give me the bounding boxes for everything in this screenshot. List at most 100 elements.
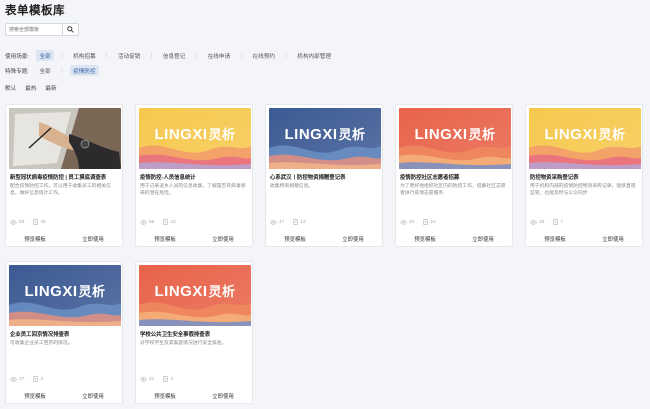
use-template-button[interactable]: 立即使用: [194, 392, 252, 400]
use-count: 7: [560, 219, 564, 225]
preview-template-button[interactable]: 预览模板: [6, 235, 64, 243]
template-card[interactable]: LINGXI灵析 防控物资采购登记表 用于机构内部的疫情防控物资采购记录，能够直…: [525, 104, 643, 247]
template-title: 心系武汉丨防控物资捐赠登记表: [270, 175, 346, 181]
template-stats: 27 3: [10, 376, 52, 382]
sort-new[interactable]: 最新: [45, 84, 56, 92]
preview-template-button[interactable]: 预览模板: [266, 235, 324, 243]
scene-filter: 使用场景: 全部 | 机构招募 | 活动促销 | 信息登记 | 在线申请 | 在…: [5, 50, 341, 61]
eye-icon: [270, 219, 277, 225]
template-thumbnail[interactable]: LINGXI灵析: [139, 108, 251, 169]
template-title: 学校公共卫生安全事假排查表: [140, 332, 211, 338]
document-icon: [163, 376, 169, 382]
template-stats: 47 13: [270, 219, 315, 225]
template-stats: 21 2: [140, 376, 182, 382]
document-icon: [33, 219, 39, 225]
view-count: 35: [539, 219, 545, 225]
use-count: 24: [430, 219, 436, 225]
template-description: 可收集企业员工回京的情况。: [10, 341, 73, 346]
preview-template-button[interactable]: 预览模板: [6, 392, 64, 400]
topic-chip-all[interactable]: 全部: [36, 65, 54, 76]
preview-template-button[interactable]: 预览模板: [396, 235, 454, 243]
card-actions: 预览模板 立即使用: [6, 235, 122, 243]
template-card[interactable]: LINGXI灵析 心系武汉丨防控物资捐赠登记表 收集物资捐赠信息。 47 13 …: [265, 104, 383, 247]
card-actions: 预览模板 立即使用: [6, 392, 122, 400]
use-count: 22: [170, 219, 176, 225]
preview-template-button[interactable]: 预览模板: [136, 392, 194, 400]
use-template-button[interactable]: 立即使用: [584, 235, 642, 243]
template-thumbnail[interactable]: LINGXI灵析: [269, 108, 381, 169]
template-thumbnail[interactable]: LINGXI灵析: [529, 108, 641, 169]
eye-icon: [140, 376, 147, 382]
scene-chip-promo[interactable]: 活动促销: [115, 50, 144, 61]
eye-icon: [10, 219, 17, 225]
topic-chip-epidemic[interactable]: 疫情防控: [69, 65, 100, 76]
use-template-button[interactable]: 立即使用: [64, 392, 122, 400]
topic-filter: 特殊专题: 全部 | 疫情防控: [5, 65, 106, 76]
template-card[interactable]: LINGXI灵析 学校公共卫生安全事假排查表 对学校学生及其家庭情况进行安全排查…: [135, 261, 253, 404]
scene-chip-internal[interactable]: 机构内部管理: [294, 50, 335, 61]
document-icon: [33, 376, 39, 382]
template-thumbnail[interactable]: LINGXI灵析: [139, 265, 251, 326]
use-template-button[interactable]: 立即使用: [454, 235, 512, 243]
template-title: 防控物资采购登记表: [530, 175, 579, 181]
svg-text:LINGXI灵析: LINGXI灵析: [414, 126, 495, 143]
use-template-button[interactable]: 立即使用: [64, 235, 122, 243]
template-title: 新型冠状病毒疫情防控 | 员工摸底调查表: [10, 175, 107, 181]
template-description: 配合疫情防控工作，可以用于收集员工的相关信息，做好信息统计工作。: [10, 184, 111, 196]
scene-filter-label: 使用场景:: [5, 53, 29, 60]
template-stats: 40 24: [400, 219, 445, 225]
search-button[interactable]: [63, 23, 79, 36]
svg-text:LINGXI灵析: LINGXI灵析: [544, 126, 625, 143]
template-card[interactable]: 新型冠状病毒疫情防控 | 员工摸底调查表 配合疫情防控工作，可以用于收集员工的相…: [5, 104, 123, 247]
template-thumbnail[interactable]: LINGXI灵析: [399, 108, 511, 169]
template-description: 用于机构内部的疫情防控物资采购记录，能够直观监管，也能及时与公众同步: [530, 184, 636, 196]
scene-chip-booking[interactable]: 在线预约: [249, 50, 278, 61]
use-count: 13: [300, 219, 306, 225]
use-template-button[interactable]: 立即使用: [324, 235, 382, 243]
template-stats: 35 7: [530, 219, 572, 225]
view-count: 40: [409, 219, 415, 225]
page-title: 表单模板库: [5, 5, 65, 17]
template-title: 疫情防控社区志愿者招募: [400, 175, 460, 181]
template-title: 企业员工回京情况排查表: [10, 332, 70, 338]
document-icon: [293, 219, 299, 225]
eye-icon: [10, 376, 17, 382]
template-stats: 53 46: [10, 219, 55, 225]
use-template-button[interactable]: 立即使用: [194, 235, 252, 243]
document-icon: [163, 219, 169, 225]
svg-text:LINGXI灵析: LINGXI灵析: [154, 283, 235, 300]
eye-icon: [400, 219, 407, 225]
use-count: 2: [170, 376, 174, 382]
scene-chip-register[interactable]: 信息登记: [159, 50, 188, 61]
card-actions: 预览模板 立即使用: [396, 235, 512, 243]
sort-default[interactable]: 默认: [5, 84, 16, 92]
search-icon: [67, 26, 74, 33]
use-count: 3: [40, 376, 44, 382]
template-thumbnail[interactable]: LINGXI灵析: [9, 265, 121, 326]
view-count: 27: [19, 376, 25, 382]
search-bar: [5, 23, 79, 36]
document-icon: [553, 219, 559, 225]
sort-options: 默认 最热 最新: [5, 84, 66, 92]
preview-template-button[interactable]: 预览模板: [526, 235, 584, 243]
template-description: 对学校学生及其家庭情况进行安全排查。: [140, 341, 227, 346]
template-thumbnail[interactable]: [9, 108, 121, 169]
template-title: 疫情防控-人员信息统计: [140, 175, 196, 181]
svg-text:LINGXI灵析: LINGXI灵析: [154, 126, 235, 143]
scene-chip-recruit[interactable]: 机构招募: [70, 50, 99, 61]
template-card[interactable]: LINGXI灵析 疫情防控社区志愿者招募 为了更好地组织社区内的防控工作，招募社…: [395, 104, 513, 247]
svg-text:LINGXI灵析: LINGXI灵析: [24, 283, 105, 300]
preview-template-button[interactable]: 预览模板: [136, 235, 194, 243]
template-card[interactable]: LINGXI灵析 疫情防控-人员信息统计 用于记录返乡人员的信息收集，了解是否有…: [135, 104, 253, 247]
topic-filter-label: 特殊专题:: [5, 68, 29, 75]
view-count: 53: [19, 219, 25, 225]
scene-chip-apply[interactable]: 在线申请: [204, 50, 233, 61]
template-card[interactable]: LINGXI灵析 企业员工回京情况排查表 可收集企业员工回京的情况。 27 3 …: [5, 261, 123, 404]
search-input[interactable]: [5, 23, 63, 36]
eye-icon: [530, 219, 537, 225]
scene-chip-all[interactable]: 全部: [36, 50, 55, 61]
card-actions: 预览模板 立即使用: [136, 235, 252, 243]
eye-icon: [140, 219, 147, 225]
sort-hot[interactable]: 最热: [25, 84, 36, 92]
template-stats: 66 22: [140, 219, 185, 225]
